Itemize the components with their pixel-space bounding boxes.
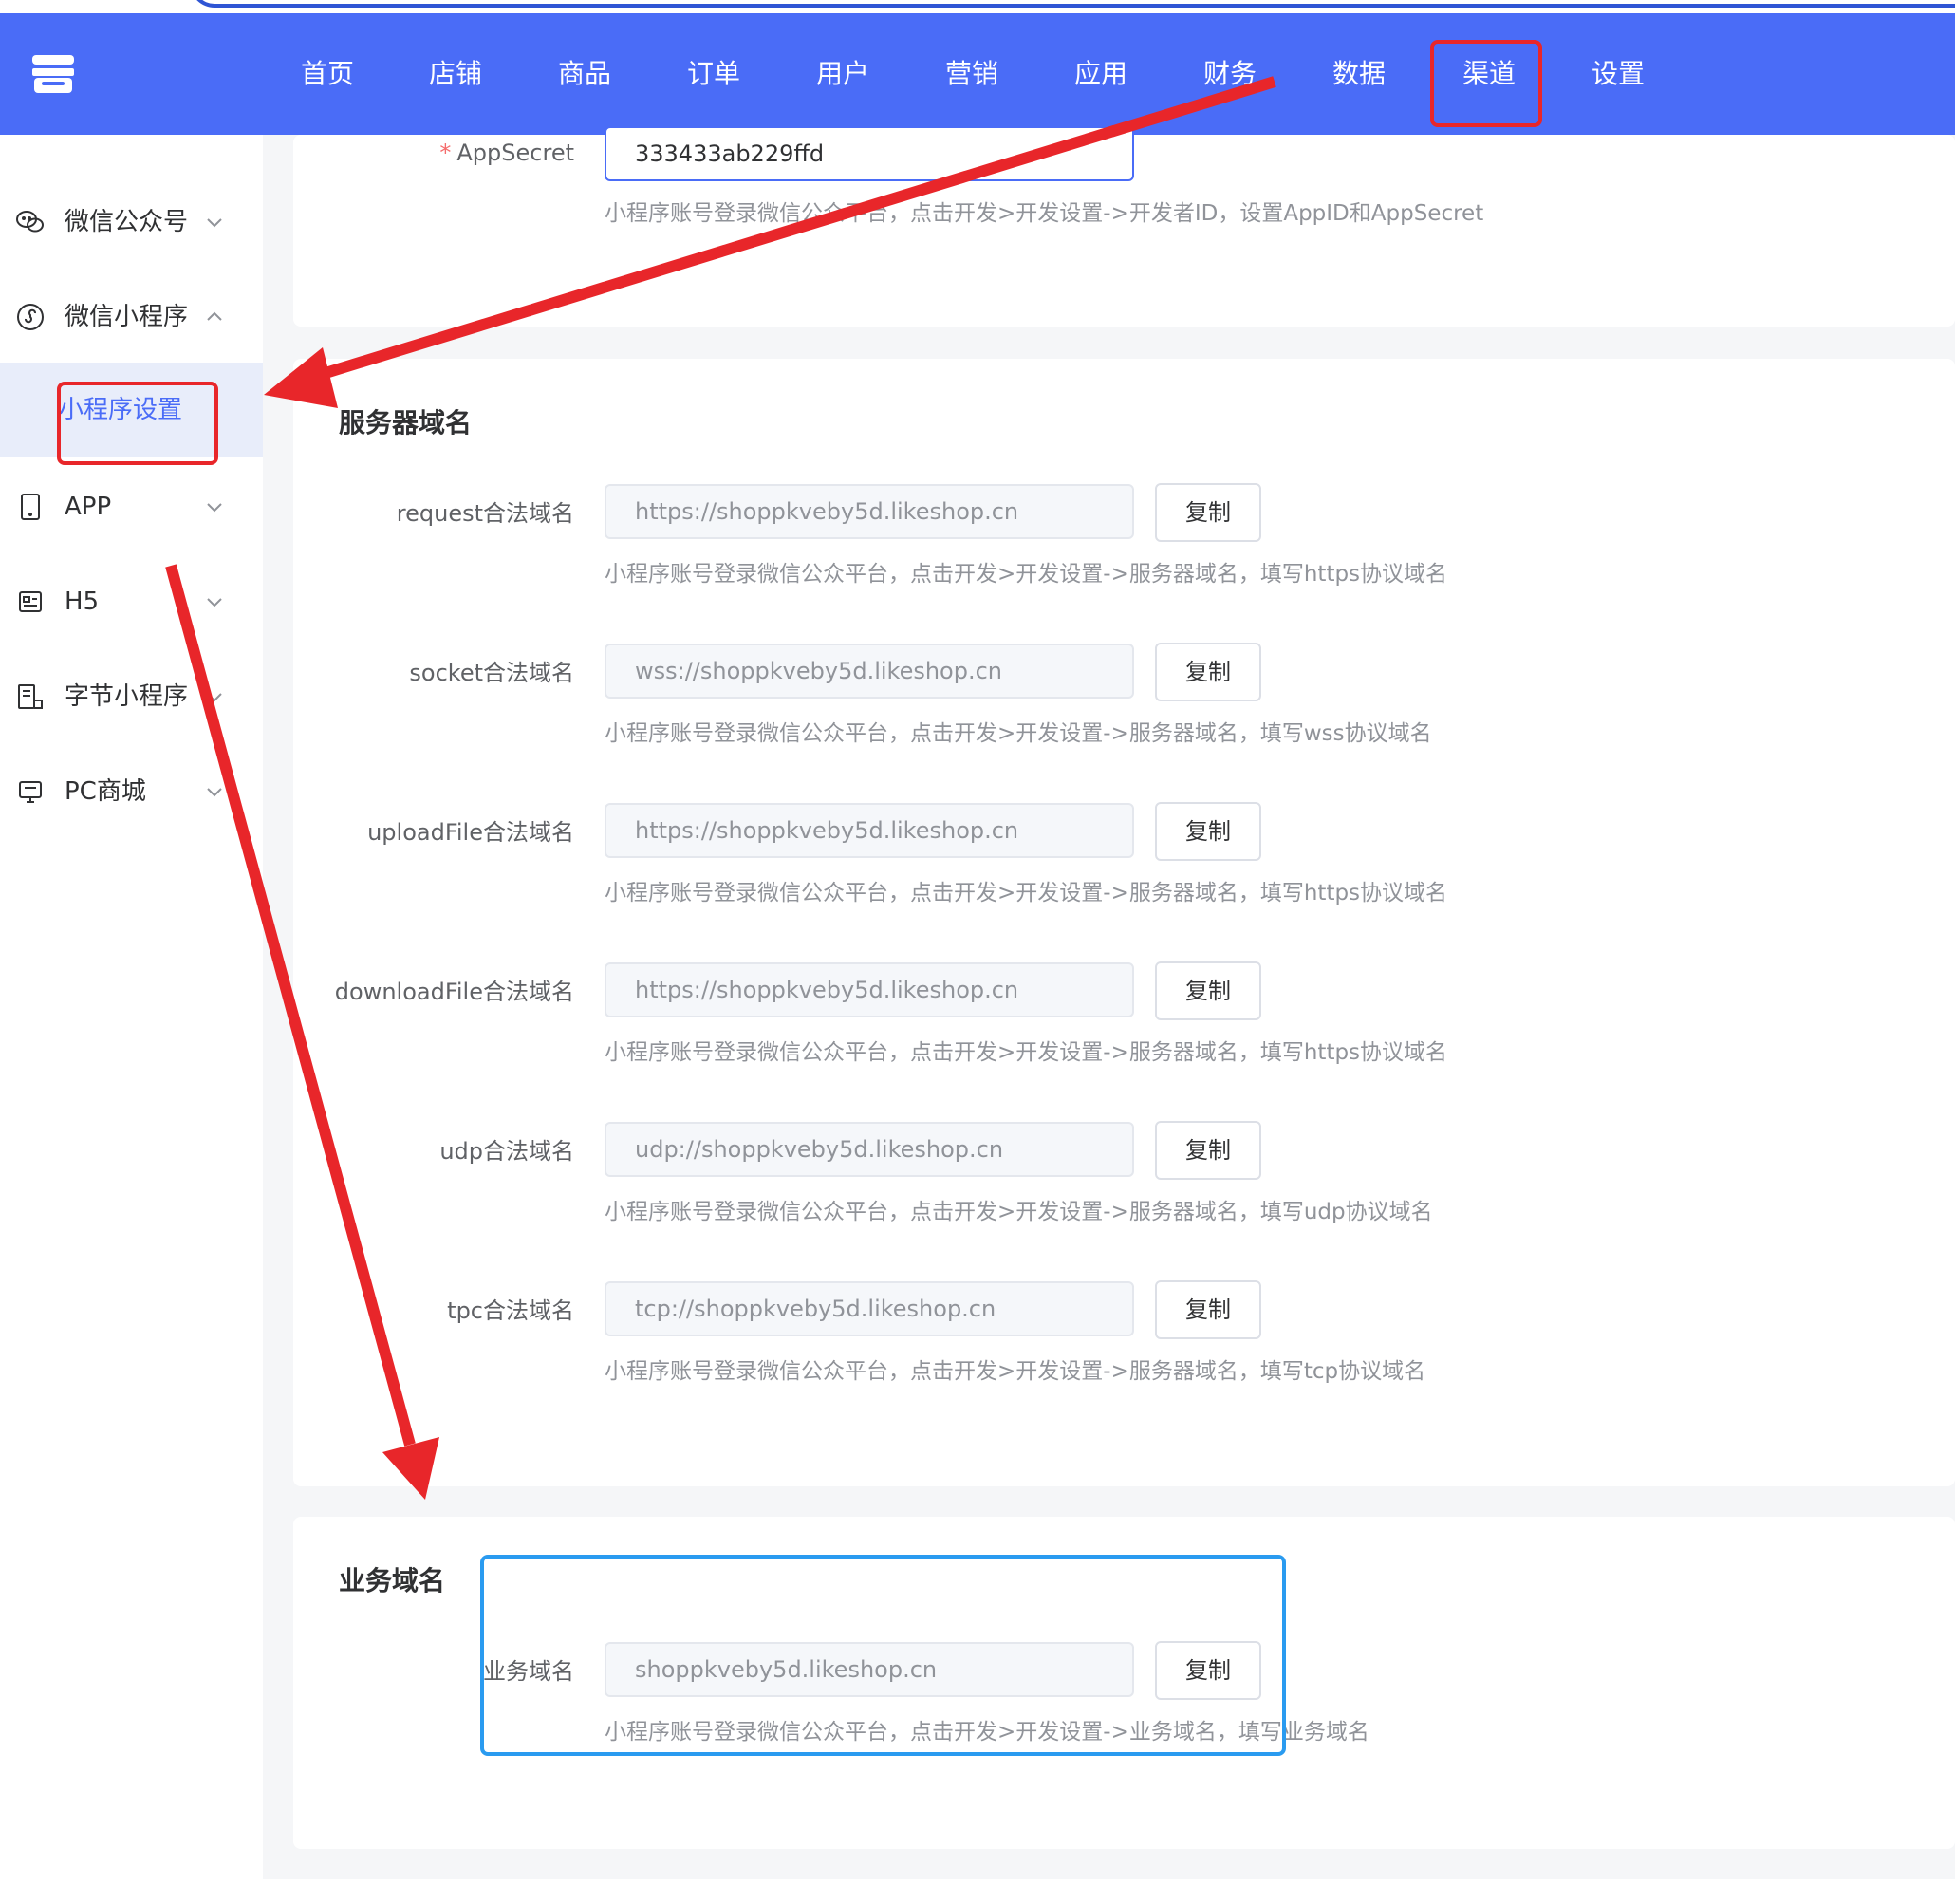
tablet-icon <box>21 494 40 520</box>
copy-button[interactable]: 复制 <box>1155 1121 1261 1180</box>
udp-domain-label: udp合法域名 <box>439 1138 574 1165</box>
nav-orders[interactable]: 订单 <box>687 55 740 93</box>
sidebar-item-wechat-miniprogram[interactable]: 微信小程序 <box>0 270 263 364</box>
chevron-down-icon <box>207 788 222 797</box>
h5-icon <box>19 591 42 612</box>
socket-domain-hint: 小程序账号登录微信公众平台，点击开发>开发设置->服务器域名，填写wss协议域名 <box>605 721 1432 746</box>
chevron-down-icon <box>207 693 222 702</box>
chevron-down-icon <box>207 503 222 513</box>
sidebar-item-app[interactable]: APP <box>0 459 263 554</box>
miniprogram-icon <box>17 304 44 330</box>
uploadfile-domain-input[interactable]: https://shoppkveby5d.likeshop.cn <box>605 803 1134 858</box>
nav-data[interactable]: 数据 <box>1332 55 1386 93</box>
server-domain-title: 服务器域名 <box>339 407 473 439</box>
top-header: 首页 店铺 商品 订单 用户 营销 应用 财务 数据 渠道 设置 <box>0 13 1955 135</box>
request-domain-label: request合法域名 <box>396 500 574 527</box>
sidebar-item-label: 字节小程序 <box>65 682 189 711</box>
nav-users[interactable]: 用户 <box>816 55 869 93</box>
required-asterisk: * <box>439 140 452 166</box>
nav-home[interactable]: 首页 <box>301 55 354 93</box>
tcp-domain-label: tpc合法域名 <box>447 1297 574 1324</box>
copy-button[interactable]: 复制 <box>1155 643 1261 701</box>
nav-apps[interactable]: 应用 <box>1074 55 1127 93</box>
nav-finance[interactable]: 财务 <box>1203 55 1257 93</box>
sidebar-item-pc-mall[interactable]: PC商城 <box>0 744 263 839</box>
wechat-icon <box>16 211 44 233</box>
browser-top-strip <box>0 0 1955 13</box>
socket-domain-label: socket合法域名 <box>409 660 574 686</box>
appsecret-hint: 小程序账号登录微信公众平台，点击开发>开发设置->开发者ID，设置AppID和A… <box>605 201 1484 226</box>
browser-frame-edge <box>190 0 1955 8</box>
appsecret-label: * AppSecret <box>289 134 574 172</box>
chevron-down-icon <box>207 598 222 607</box>
business-domain-title: 业务域名 <box>339 1565 446 1596</box>
udp-domain-hint: 小程序账号登录微信公众平台，点击开发>开发设置->服务器域名，填写udp协议域名 <box>605 1200 1433 1224</box>
sidebar-item-bytedance[interactable]: 字节小程序 <box>0 649 263 744</box>
udp-domain-input[interactable]: udp://shoppkveby5d.likeshop.cn <box>605 1122 1134 1177</box>
uploadfile-domain-label: uploadFile合法域名 <box>367 819 574 846</box>
appsecret-input[interactable]: 333433ab229ffd <box>605 126 1134 181</box>
copy-button[interactable]: 复制 <box>1155 1280 1261 1339</box>
store-logo-icon[interactable] <box>28 49 78 99</box>
sidebar-item-label: PC商城 <box>65 777 146 806</box>
tcp-domain-input[interactable]: tcp://shoppkveby5d.likeshop.cn <box>605 1281 1134 1336</box>
copy-button[interactable]: 复制 <box>1155 483 1261 542</box>
tcp-domain-hint: 小程序账号登录微信公众平台，点击开发>开发设置->服务器域名，填写tcp协议域名 <box>605 1359 1426 1384</box>
chevron-up-icon <box>207 311 222 321</box>
bytedance-icon <box>18 684 43 709</box>
copy-button[interactable]: 复制 <box>1155 961 1261 1020</box>
sidebar-item-label: 微信公众号 <box>65 208 189 236</box>
downloadfile-domain-hint: 小程序账号登录微信公众平台，点击开发>开发设置->服务器域名，填写https协议… <box>605 1040 1448 1065</box>
sidebar-item-label: 微信小程序 <box>65 303 189 331</box>
chevron-down-icon <box>207 218 222 228</box>
socket-domain-input[interactable]: wss://shoppkveby5d.likeshop.cn <box>605 644 1134 699</box>
nav-goods[interactable]: 商品 <box>558 55 611 93</box>
business-domain-highlight-box <box>480 1555 1286 1756</box>
nav-shop[interactable]: 店铺 <box>429 55 482 93</box>
appsecret-label-text: AppSecret <box>456 140 574 166</box>
sidebar-item-wechat-official[interactable]: 微信公众号 <box>0 175 263 270</box>
miniprogram-settings-highlight-box <box>57 382 218 465</box>
nav-settings[interactable]: 设置 <box>1592 55 1645 93</box>
sidebar-item-label: APP <box>65 493 112 521</box>
downloadfile-domain-input[interactable]: https://shoppkveby5d.likeshop.cn <box>605 962 1134 1017</box>
downloadfile-domain-label: downloadFile合法域名 <box>334 979 574 1005</box>
uploadfile-domain-hint: 小程序账号登录微信公众平台，点击开发>开发设置->服务器域名，填写https协议… <box>605 881 1448 905</box>
request-domain-hint: 小程序账号登录微信公众平台，点击开发>开发设置->服务器域名，填写https协议… <box>605 562 1448 587</box>
sidebar-item-label: H5 <box>65 588 100 616</box>
copy-button[interactable]: 复制 <box>1155 802 1261 861</box>
channels-highlight-box <box>1430 40 1542 127</box>
nav-marketing[interactable]: 营销 <box>945 55 998 93</box>
sidebar-item-h5[interactable]: H5 <box>0 554 263 649</box>
monitor-icon <box>19 781 42 803</box>
request-domain-input[interactable]: https://shoppkveby5d.likeshop.cn <box>605 484 1134 539</box>
